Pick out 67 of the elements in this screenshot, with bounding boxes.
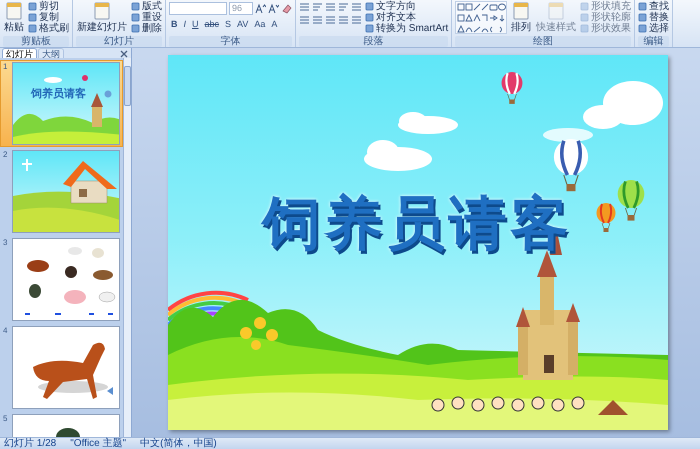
group-label: 段落 — [299, 36, 448, 47]
ribbon-button[interactable]: 替换 — [638, 12, 670, 23]
ribbon-button[interactable]: 对齐文本 — [365, 12, 448, 23]
slide-number: 1 — [2, 62, 8, 71]
close-icon[interactable] — [120, 50, 128, 58]
document-icon — [4, 1, 24, 21]
slide-number: 5 — [2, 414, 8, 423]
font-name-field[interactable] — [169, 2, 227, 15]
ribbon-button[interactable]: 排列 — [510, 1, 532, 36]
format-button[interactable]: I — [182, 18, 188, 31]
align-right-icon[interactable] — [325, 16, 336, 25]
scroll-thumb[interactable] — [124, 66, 131, 106]
format-button[interactable]: A — [269, 18, 280, 31]
bullet-list-icon[interactable] — [299, 3, 310, 12]
document-icon — [92, 1, 112, 21]
slide-title: 饲养员请客 — [262, 194, 572, 252]
panel-tab[interactable]: 大纲 — [38, 48, 64, 58]
format-button[interactable]: B — [169, 18, 180, 31]
ribbon-button[interactable]: 重设 — [131, 12, 162, 23]
shape-gallery[interactable] — [455, 1, 508, 34]
thumbnail-row[interactable]: 2 — [0, 148, 123, 235]
balloon-icon — [616, 180, 644, 222]
ribbon-button[interactable]: 复制 — [28, 12, 69, 23]
status-text: 幻灯片 1/28 — [4, 438, 56, 448]
document-icon — [511, 1, 532, 21]
thumbnail-row[interactable]: 3 — [0, 236, 123, 323]
slide-number: 4 — [2, 326, 8, 335]
format-button[interactable]: Aa — [252, 18, 268, 31]
ribbon-button[interactable]: 格式刷 — [28, 23, 69, 34]
document-icon — [546, 1, 566, 21]
align-left-icon[interactable] — [299, 16, 310, 25]
format-button[interactable]: abc — [202, 18, 222, 31]
format-button[interactable]: U — [190, 18, 201, 31]
ribbon-button[interactable]: 查找 — [638, 1, 670, 12]
format-button[interactable]: S — [223, 18, 234, 31]
slide-title: 饲养员请客 — [30, 88, 86, 100]
grow-font-icon[interactable] — [255, 3, 266, 14]
group-label: 编辑 — [638, 36, 670, 47]
ribbon-button[interactable]: 删除 — [131, 23, 162, 34]
thumbnail-row[interactable]: 5 — [0, 412, 123, 437]
ribbon-button[interactable]: 新建幻灯片 — [76, 1, 128, 36]
ribbon-button[interactable]: 剪切 — [28, 1, 69, 12]
thumbnail-row[interactable]: 4 — [0, 324, 123, 411]
balloon-icon — [552, 139, 588, 193]
panel-tab[interactable]: 幻灯片 — [2, 48, 37, 58]
group-label: 绘图 — [455, 36, 632, 47]
ribbon-button[interactable]: 版式 — [131, 1, 162, 12]
shrink-font-icon[interactable] — [268, 3, 279, 14]
scrollbar[interactable] — [123, 58, 131, 437]
ribbon-button[interactable]: 选择 — [638, 23, 670, 34]
ribbon-button[interactable]: 粘贴 — [3, 1, 25, 36]
justify-icon[interactable] — [338, 16, 349, 25]
slide-number: 2 — [2, 150, 8, 159]
ribbon-button[interactable]: 转换为 SmartArt — [365, 23, 448, 34]
group-label: 剪贴板 — [3, 36, 69, 47]
align-center-icon[interactable] — [312, 16, 323, 25]
balloon-icon — [500, 72, 522, 105]
group-label: 字体 — [169, 36, 292, 47]
thumbnail-row[interactable]: 1 饲养员请客 — [0, 60, 123, 147]
group-label: 幻灯片 — [76, 36, 162, 47]
ribbon-button[interactable]: 文字方向 — [365, 1, 448, 12]
format-button[interactable]: AV — [235, 18, 250, 31]
eraser-icon[interactable] — [281, 3, 292, 14]
slide-number: 3 — [2, 238, 8, 247]
status-text: 中文(简体，中国) — [140, 438, 217, 448]
balloon-icon — [596, 203, 616, 233]
status-text: "Office 主题" — [70, 438, 126, 448]
